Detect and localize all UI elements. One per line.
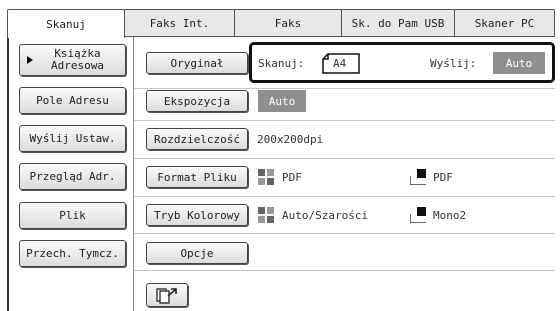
tab-label: Skaner PC [474, 16, 535, 30]
resolution-button[interactable]: Rozdzielczość [146, 128, 248, 150]
address-review-label: Przegląd Adr. [29, 170, 116, 183]
exposure-value: Auto [258, 90, 306, 112]
address-field-button[interactable]: Pole Adresu [19, 87, 126, 114]
quick-file-label: Przech. Tymcz. [26, 247, 119, 260]
row-separator [134, 120, 555, 121]
original-button[interactable]: Oryginał [146, 52, 248, 74]
mono-page-icon [410, 207, 426, 223]
address-book-button[interactable]: Książka Adresowa [19, 44, 126, 76]
options-button[interactable]: Opcje [146, 242, 248, 264]
address-field-label: Pole Adresu [36, 94, 109, 107]
scan-size-value: A4 [333, 57, 347, 70]
scan-send-button[interactable] [146, 283, 188, 307]
row-separator [134, 270, 555, 271]
scan-size-label: Skanuj: [258, 57, 305, 70]
options-label: Opcje [180, 246, 214, 260]
color-grid-icon [258, 207, 274, 223]
tab-pc-scanner[interactable]: Skaner PC [454, 9, 555, 36]
send-size-label: Wyślij: [430, 57, 477, 70]
exposure-label: Ekspozycja [163, 94, 231, 108]
tab-label: Skanuj [46, 17, 86, 31]
tab-faks-int[interactable]: Faks Int. [124, 9, 235, 36]
address-book-label-2: Adresowa [51, 59, 104, 72]
send-size-value: Auto [493, 52, 545, 74]
file-format-label: Format Pliku [157, 170, 237, 184]
mono-page-icon [410, 169, 426, 185]
tab-label: Faks Int. [149, 16, 210, 30]
row-separator [134, 196, 555, 197]
exposure-button[interactable]: Ekspozycja [146, 90, 248, 112]
quick-file-button[interactable]: Przech. Tymcz. [19, 240, 126, 267]
row-separator [134, 158, 555, 159]
file-button[interactable]: Plik [19, 202, 126, 229]
tab-faks[interactable]: Faks [234, 9, 342, 36]
resolution-value: 200x200dpi [257, 133, 324, 146]
send-settings-label: Wyślij Ustaw. [29, 132, 116, 145]
tab-label: Sk. do Pam USB [351, 16, 445, 30]
file-format-button[interactable]: Format Pliku [146, 166, 248, 188]
resolution-label: Rozdzielczość [153, 132, 241, 146]
tab-bar-line [124, 36, 555, 37]
triangle-right-icon [27, 56, 33, 64]
scan-send-icon [156, 288, 177, 304]
file-label: Plik [59, 209, 86, 222]
tab-label: Faks [274, 16, 302, 30]
row-separator [134, 88, 555, 89]
color-mode-button[interactable]: Tryb Kolorowy [146, 204, 248, 226]
file-format-mono-value: PDF [433, 171, 453, 184]
file-format-color-value: PDF [282, 171, 302, 184]
row-separator [134, 233, 555, 234]
tab-usb-memory[interactable]: Sk. do Pam USB [341, 9, 455, 36]
frame-left-border [7, 36, 9, 311]
color-mode-color-value: Auto/Szarości [282, 209, 369, 222]
tab-skanuj[interactable]: Skanuj [7, 9, 125, 38]
color-mode-label: Tryb Kolorowy [153, 208, 241, 222]
color-mode-mono-value: Mono2 [433, 209, 467, 222]
send-settings-button[interactable]: Wyślij Ustaw. [19, 125, 126, 152]
original-label: Oryginał [170, 56, 224, 70]
color-grid-icon [258, 169, 274, 185]
address-review-button[interactable]: Przegląd Adr. [19, 163, 126, 190]
